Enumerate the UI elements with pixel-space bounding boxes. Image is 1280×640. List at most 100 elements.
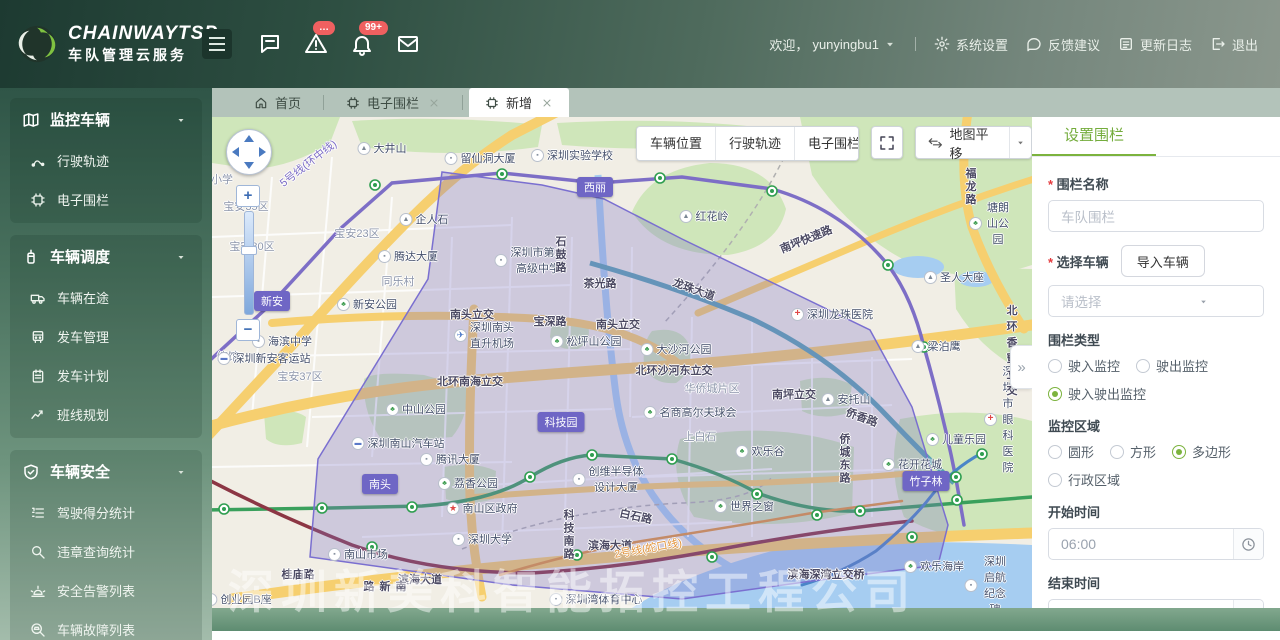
- radio-dot: [1048, 472, 1062, 487]
- sidebar-item-departure-plan[interactable]: 发车计划: [10, 356, 202, 395]
- header-nav-changelog[interactable]: 更新日志: [1118, 35, 1192, 54]
- map-canvas[interactable]: ▲ 大井山 ▪ 留仙洞大厦 ▪ 深圳实验学校 ▲ 红花岭 ♣ 塘朗山公园 ▲ 圣人大座 小学 宝安35区宝…: [212, 117, 1032, 608]
- fence-icon: [30, 192, 46, 208]
- chevron-down-icon: [1156, 296, 1251, 307]
- zoom-in-button[interactable]: +: [236, 185, 260, 207]
- chevron-down-icon: [1015, 137, 1026, 148]
- alarm-icon: [30, 583, 46, 599]
- radio-fence-type[interactable]: 驶入驶出监控: [1048, 384, 1146, 403]
- fence-name-input[interactable]: 车队围栏: [1048, 200, 1264, 232]
- radio-area[interactable]: 方形: [1110, 442, 1156, 461]
- truck-icon: [30, 290, 46, 306]
- close-icon[interactable]: [428, 97, 440, 109]
- panel-tabs: 设置围栏: [1032, 117, 1280, 157]
- map-toolbar-button-1[interactable]: 行驶轨迹: [716, 127, 796, 160]
- sidebar-group-vehicle-dispatch: 车辆调度车辆在途发车管理发车计划班线规划: [10, 235, 202, 438]
- route-icon: [30, 153, 46, 169]
- sidebar-item-route-planning[interactable]: 班线规划: [10, 395, 202, 434]
- score-icon: [30, 505, 46, 521]
- sidebar-item-violation-query-stats[interactable]: 违章查询统计: [10, 532, 202, 571]
- header-nav-system-settings[interactable]: 系统设置: [934, 35, 1008, 54]
- tab-fence-settings[interactable]: 设置围栏: [1032, 117, 1156, 156]
- import-vehicles-button[interactable]: 导入车辆: [1120, 245, 1205, 277]
- close-icon[interactable]: [541, 97, 553, 109]
- welcome-text: 欢迎，: [769, 37, 809, 53]
- panel-collapse-handle[interactable]: [1010, 345, 1032, 389]
- radio-area[interactable]: 多边形: [1172, 442, 1231, 461]
- start-time-input[interactable]: 06:00: [1048, 528, 1264, 560]
- sidebar-item-electronic-fence[interactable]: 电子围栏: [10, 180, 202, 219]
- map-toolbar-button-0[interactable]: 车辆位置: [637, 127, 717, 160]
- warning-icon: [304, 32, 328, 56]
- log-icon: [1118, 36, 1134, 52]
- zoom-slider[interactable]: [241, 211, 257, 315]
- notifications-button[interactable]: 99+: [350, 21, 388, 56]
- start-time-value: 06:00: [1061, 536, 1097, 552]
- start-time-picker[interactable]: [1233, 529, 1263, 559]
- tab-electronic-fence[interactable]: 电子围栏: [330, 88, 456, 117]
- area-label: 监控区域: [1048, 419, 1101, 434]
- comment-icon: [1026, 36, 1042, 52]
- header-nav-feedback[interactable]: 反馈建议: [1026, 35, 1100, 54]
- pan-mode-dropdown[interactable]: [1008, 127, 1031, 158]
- divider: [914, 37, 916, 51]
- header-right: 欢迎， yunyingbu1 系统设置 反馈建议 更新日志 退出: [769, 35, 1280, 54]
- sidebar-group-header-vehicle-dispatch[interactable]: 车辆调度: [10, 235, 202, 278]
- app-header: CHAINWAYTSP 车队管理云服务 … 99+ 欢迎， yunyingbu1: [0, 0, 1280, 88]
- sidebar-item-label: 班线规划: [57, 408, 110, 423]
- fence-form: 围栏名称 车队围栏 选择车辆 导入车辆 请选择 围栏类型 驶入监控驶出监控驶入驶…: [1032, 157, 1280, 608]
- radio-fence-type[interactable]: 驶入监控: [1048, 356, 1120, 375]
- caret-icon: [172, 466, 190, 478]
- clock-icon: [1241, 608, 1256, 609]
- sidebar-item-label: 发车计划: [57, 369, 110, 384]
- fullscreen-icon: [878, 134, 896, 152]
- user-menu[interactable]: 欢迎， yunyingbu1: [769, 35, 897, 54]
- sidebar-item-vehicle-on-way[interactable]: 车辆在途: [10, 278, 202, 317]
- feedback-label: 反馈建议: [1047, 37, 1100, 53]
- vehicle-select[interactable]: 请选择: [1048, 285, 1264, 317]
- sidebar-item-driving-track[interactable]: 行驶轨迹: [10, 141, 202, 180]
- zoom-out-button[interactable]: −: [236, 319, 260, 341]
- end-time-input[interactable]: 23:00: [1048, 599, 1264, 608]
- logout-label: 退出: [1231, 37, 1258, 53]
- pan-down-icon: [244, 162, 254, 169]
- sidebar-item-vehicle-fault-list[interactable]: 车辆故障列表: [10, 610, 202, 640]
- sidebar-item-label: 车辆故障列表: [57, 623, 136, 638]
- sidebar-group-header-monitor-vehicles[interactable]: 监控车辆: [10, 98, 202, 141]
- radio-area[interactable]: 行政区域: [1048, 470, 1120, 489]
- map-pan-control[interactable]: [226, 129, 272, 175]
- chat-icon: [258, 32, 282, 56]
- menu-toggle-button[interactable]: [202, 29, 232, 59]
- pan-right-icon: [259, 147, 266, 157]
- fence-name-label: 围栏名称: [1048, 174, 1264, 193]
- chevron-down-icon: [883, 37, 897, 51]
- changelog-label: 更新日志: [1139, 37, 1192, 53]
- brand-name: CHAINWAYTSP: [68, 23, 218, 44]
- sidebar-item-driving-score-stats[interactable]: 驾驶得分统计: [10, 493, 202, 532]
- tab-new[interactable]: 新增: [469, 88, 570, 117]
- radio-fence-type[interactable]: 驶出监控: [1136, 356, 1208, 375]
- header-nav-logout[interactable]: 退出: [1210, 35, 1258, 54]
- tab-home[interactable]: 首页: [238, 88, 317, 117]
- sidebar-item-label: 行驶轨迹: [57, 154, 110, 169]
- sidebar-item-departure-management[interactable]: 发车管理: [10, 317, 202, 356]
- sidebar-group-header-vehicle-safety[interactable]: 车辆安全: [10, 450, 202, 493]
- mail-button[interactable]: [396, 32, 420, 56]
- zoom-slider-handle[interactable]: [241, 246, 257, 255]
- map-pan-mode-button[interactable]: 地图平移: [914, 126, 1032, 161]
- map-toolbar-button-2[interactable]: 电子围栏: [795, 127, 858, 160]
- fullscreen-button[interactable]: [870, 126, 903, 159]
- gear-icon: [934, 36, 950, 52]
- sidebar-item-safety-alarm-list[interactable]: 安全告警列表: [10, 571, 202, 610]
- app-window: CHAINWAYTSP 车队管理云服务 … 99+ 欢迎， yunyingbu1: [0, 0, 1280, 640]
- fault-icon: [30, 622, 46, 638]
- messages-button[interactable]: [258, 32, 282, 56]
- fence-type-radio-group: 驶入监控 驶出监控驶入驶出监控: [1048, 356, 1264, 412]
- brand-text: CHAINWAYTSP 车队管理云服务: [68, 23, 218, 65]
- end-time-picker[interactable]: [1233, 600, 1263, 608]
- map-zoom-control: + −: [236, 185, 262, 341]
- alerts-button[interactable]: …: [304, 21, 335, 56]
- radio-area[interactable]: 圆形: [1048, 442, 1094, 461]
- sidebar-item-label: 车辆在途: [57, 291, 110, 306]
- map-toolbar-group: 车辆位置 行驶轨迹 电子围栏: [636, 126, 859, 161]
